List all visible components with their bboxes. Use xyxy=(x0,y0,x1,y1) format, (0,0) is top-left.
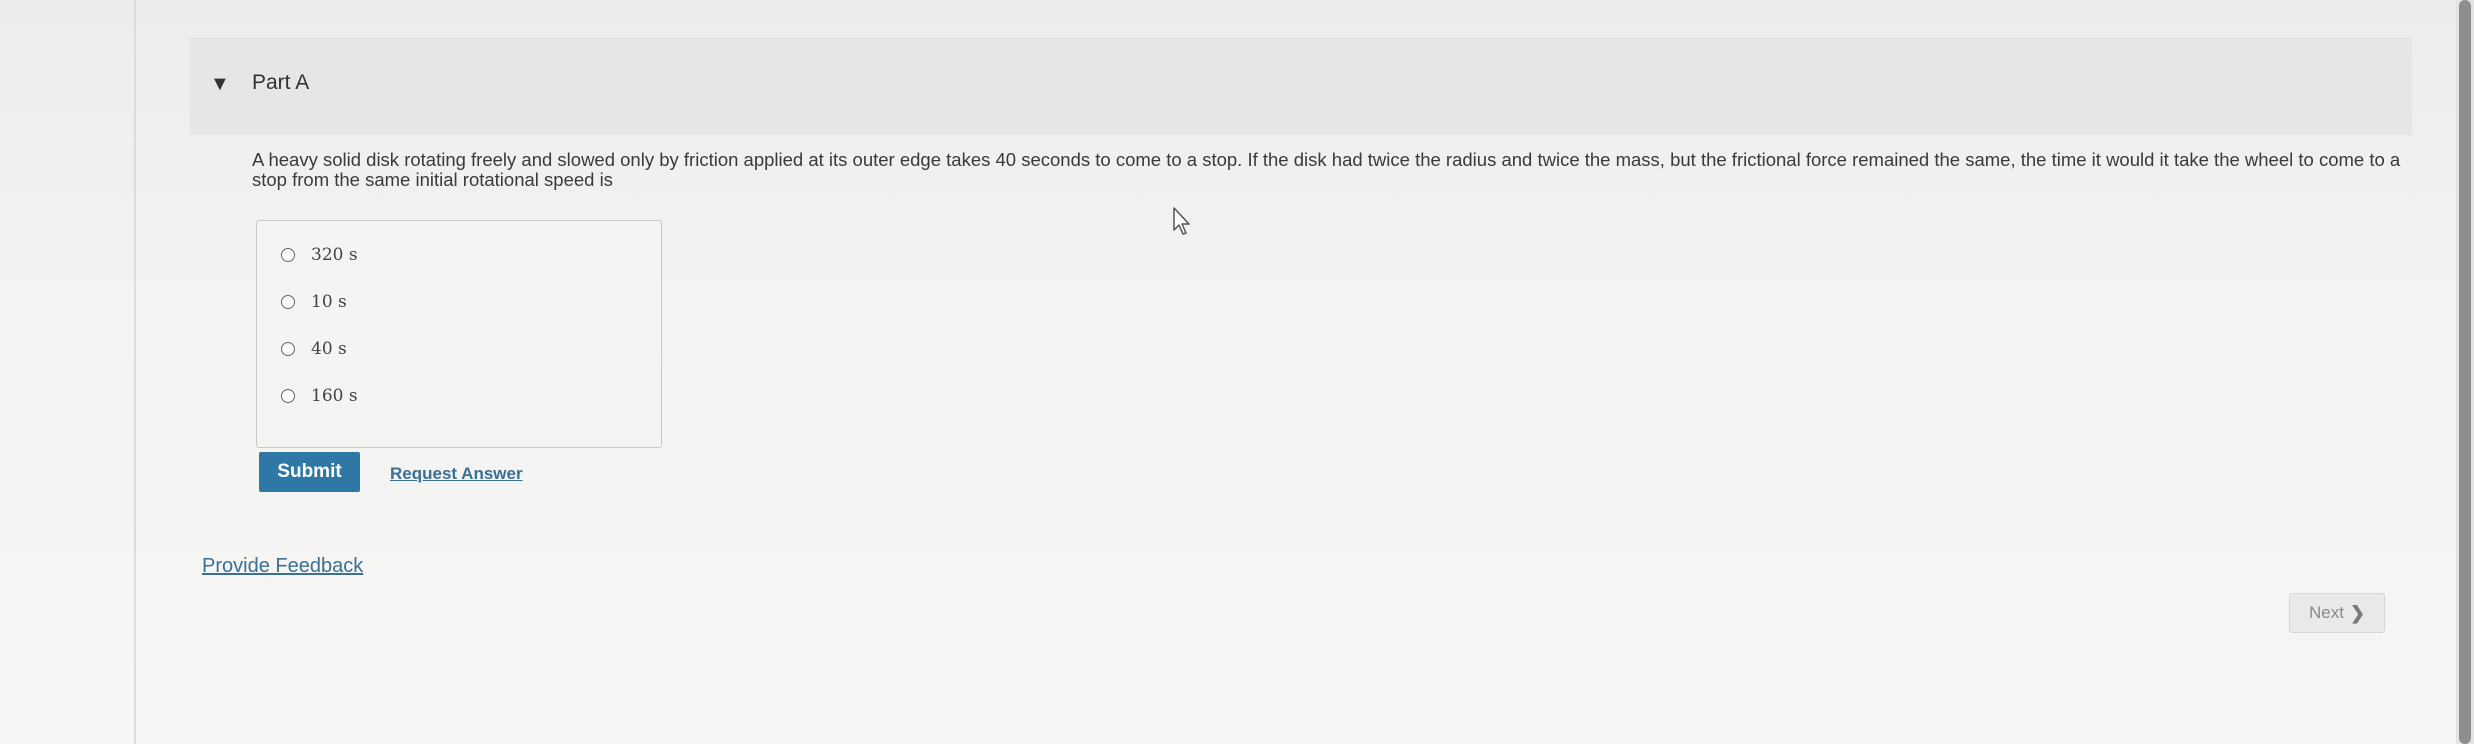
choice-4[interactable]: 160 s xyxy=(281,382,358,410)
page: ▼ Part A A heavy solid disk rotating fre… xyxy=(0,0,2474,744)
choice-label: 320 s xyxy=(311,245,358,265)
part-header[interactable]: ▼ Part A xyxy=(190,38,2412,135)
radio-button[interactable] xyxy=(281,342,295,356)
choice-label: 40 s xyxy=(311,339,347,359)
choice-label: 160 s xyxy=(311,386,358,406)
choice-label: 10 s xyxy=(311,292,347,312)
chevron-right-icon: ❯ xyxy=(2349,602,2366,623)
choice-2[interactable]: 10 s xyxy=(281,288,347,316)
scrollbar-thumb[interactable] xyxy=(2459,0,2471,744)
radio-button[interactable] xyxy=(281,248,295,262)
request-answer-link[interactable]: Request Answer xyxy=(390,464,523,484)
radio-button[interactable] xyxy=(281,389,295,403)
choice-1[interactable]: 320 s xyxy=(281,241,358,269)
submit-button[interactable]: Submit xyxy=(259,452,360,492)
choice-3[interactable]: 40 s xyxy=(281,335,347,363)
next-label: Next xyxy=(2308,603,2344,622)
part-title: Part A xyxy=(252,71,310,94)
answer-choices: 320 s 10 s 40 s 160 s xyxy=(256,220,662,448)
scrollbar[interactable] xyxy=(2456,0,2474,744)
caret-down-icon[interactable]: ▼ xyxy=(210,74,230,94)
mouse-pointer-icon xyxy=(1173,207,1190,235)
next-button[interactable]: Next ❯ xyxy=(2289,593,2385,633)
radio-button[interactable] xyxy=(281,295,295,309)
provide-feedback-link[interactable]: Provide Feedback xyxy=(202,555,363,578)
question-text: A heavy solid disk rotating freely and s… xyxy=(252,149,2401,190)
left-divider xyxy=(134,0,136,744)
